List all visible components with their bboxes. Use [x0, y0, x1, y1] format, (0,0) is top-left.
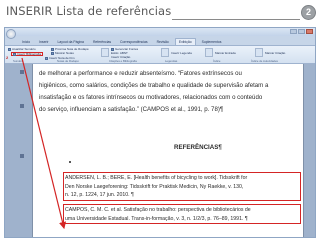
references-heading: REFERÊNCIAS¶	[174, 144, 222, 151]
mark-entry-label: Marcar Entrada	[215, 51, 236, 55]
slide-number-badge: 2	[301, 5, 316, 20]
maximize-icon[interactable]	[298, 29, 305, 34]
mark-citation-item[interactable]: Marcar Citação	[265, 51, 285, 55]
group-label-footnotes: Notas de Rodapé	[57, 59, 79, 63]
notes-icon	[51, 51, 54, 55]
reference-line: CAMPOS, C. M. C. et al. Satisfação no tr…	[65, 207, 251, 213]
minimize-icon[interactable]	[290, 29, 297, 34]
insert-caption-item[interactable]: Inserir Legenda	[171, 51, 192, 55]
group-label-authorities: Índice de Autoridades	[251, 59, 278, 63]
group-label-citations: Citações e Bibliografia	[109, 59, 137, 63]
bullet-dot	[69, 161, 71, 163]
slide-title: INSERIR Lista de referências	[6, 4, 172, 18]
reference-line: ANDERSEN, L. B.; BERE, E. [Health benefi…	[65, 175, 248, 181]
reference-entry[interactable]: ANDERSEN, L. B.; BERE, E. [Health benefi…	[65, 174, 301, 200]
paragraph-line: higiênicos, como salários, condições de …	[39, 81, 269, 89]
title-rule	[172, 19, 300, 20]
group-label-captions: Legendas	[165, 59, 178, 63]
window-titlebar	[5, 28, 315, 36]
paragraph-line: de melhorar a performance e reduzir abse…	[39, 70, 242, 77]
show-notes-label: Mostrar Notas	[55, 51, 74, 55]
reference-line: n. 12, p. 1224, 17 jun. 2010. ¶	[65, 192, 134, 198]
step-callout: 2	[6, 55, 9, 60]
show-notes-button[interactable]: Mostrar Notas	[51, 51, 74, 55]
update-toc-label: Atualizar Sumário	[12, 47, 36, 51]
close-icon[interactable]	[306, 29, 313, 34]
paragraph-line: do serviço, influenciam a satisfação.” (…	[39, 105, 224, 113]
margin-marker	[20, 104, 24, 108]
endnote-icon	[45, 56, 48, 60]
insert-bibliography-label: Inserir Bibliografia	[17, 52, 42, 56]
margin-marker	[20, 154, 24, 158]
insert-bibliography-button[interactable]: Inserir Bibliografia	[11, 52, 44, 56]
group-label-toc: Sumário	[13, 59, 24, 63]
slide-header: INSERIR Lista de referências 2	[0, 0, 320, 26]
margin-marker	[20, 70, 24, 74]
mark-entry-button[interactable]	[205, 48, 213, 57]
document-icon	[8, 47, 11, 51]
mark-citation-button[interactable]	[255, 48, 263, 57]
tab-exibicao[interactable]: Exibição	[174, 38, 196, 45]
document-area[interactable]: de melhorar a performance e reduzir abse…	[5, 64, 315, 237]
group-label-index: Índice	[213, 59, 221, 63]
mark-entry-item[interactable]: Marcar Entrada	[215, 51, 236, 55]
reference-entry[interactable]: CAMPOS, C. M. C. et al. Satisfação no tr…	[65, 206, 301, 223]
word-window: Início Inserir Layout da Página Referênc…	[4, 27, 316, 238]
body-paragraph[interactable]: de melhorar a performance e reduzir abse…	[39, 68, 300, 116]
paragraph-line: insatisfação e os fatores intrínsecos ou…	[39, 93, 263, 101]
document-page[interactable]: de melhorar a performance e reduzir abse…	[32, 64, 304, 237]
reference-line: uma Universidade Estadual. Trans-in-form…	[65, 215, 248, 222]
mark-citation-label: Marcar Citação	[265, 51, 286, 55]
bibliography-icon	[13, 52, 16, 56]
ribbon-tabs: Início Inserir Layout da Página Referênc…	[5, 36, 315, 45]
window-controls	[290, 29, 313, 34]
insert-caption-button[interactable]	[161, 48, 169, 57]
reference-line: Den Norske Laegeforening: Tidsskrift for…	[65, 183, 244, 190]
insert-citation-button[interactable]	[101, 48, 109, 57]
ribbon-body: 2 Atualizar Sumário Inserir Bibliografia…	[5, 45, 315, 64]
update-toc-button[interactable]: Atualizar Sumário	[8, 47, 36, 51]
insert-caption-label: Inserir Legenda	[171, 51, 192, 55]
